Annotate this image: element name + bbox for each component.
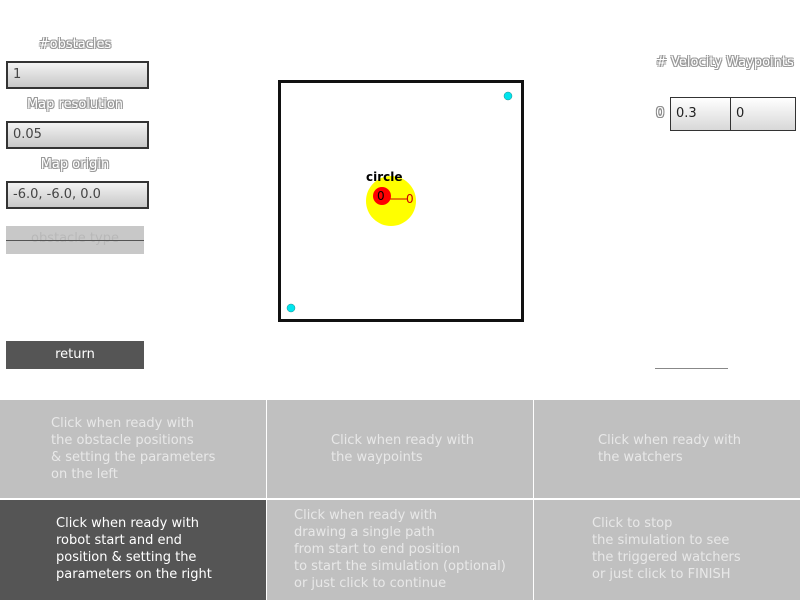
step-finish-button[interactable]: Click to stop the simulation to see the …	[534, 500, 800, 600]
obstacles-input[interactable]: 1	[6, 61, 149, 89]
divider-line	[655, 368, 728, 369]
step-path-button[interactable]: Click when ready with drawing a single p…	[267, 500, 533, 600]
obstacle-id-text: 0	[377, 189, 385, 203]
obstacle-type-label: obstacle type	[31, 231, 119, 246]
step-robot-position-button[interactable]: Click when ready with robot start and en…	[0, 500, 266, 600]
waypoint-y-input[interactable]: 0	[730, 97, 796, 131]
step-waypoints-button[interactable]: Click when ready with the waypoints	[267, 400, 533, 498]
strike-line	[6, 240, 144, 241]
step-watchers-button[interactable]: Click when ready with the watchers	[534, 400, 800, 498]
step-watchers-text: Click when ready with the watchers	[598, 433, 742, 465]
step-obstacles-text: Click when ready with the obstacle posit…	[51, 416, 216, 482]
map-svg	[286, 91, 513, 313]
map-origin-input[interactable]: -6.0, -6.0, 0.0	[6, 181, 149, 209]
velocity-waypoints-header: # Velocity Waypoints	[656, 55, 794, 70]
obstacle-type-text: circle	[366, 170, 403, 184]
step-robot-position-text: Click when ready with robot start and en…	[56, 516, 212, 582]
step-path-text: Click when ready with drawing a single p…	[294, 508, 506, 591]
step-finish-text: Click to stop the simulation to see the …	[592, 516, 741, 582]
step-waypoints-text: Click when ready with the waypoints	[331, 433, 475, 465]
robot-id-text: 0	[406, 192, 414, 206]
obstacle-type-button[interactable]: obstacle type	[6, 226, 144, 254]
obstacles-label: #obstacles	[38, 37, 112, 52]
start-waypoint-marker[interactable]	[286, 303, 296, 313]
waypoint-index: 0	[656, 106, 665, 121]
map-canvas[interactable]: circle 0 0	[278, 80, 524, 322]
map-origin-label: Map origin	[40, 157, 110, 172]
map-resolution-input[interactable]: 0.05	[6, 121, 149, 149]
step-obstacles-button[interactable]: Click when ready with the obstacle posit…	[0, 400, 266, 498]
waypoint-x-input[interactable]: 0.3	[670, 97, 731, 131]
return-button[interactable]: return	[6, 341, 144, 369]
end-waypoint-marker[interactable]	[503, 91, 513, 101]
map-resolution-label: Map resolution	[26, 97, 124, 112]
